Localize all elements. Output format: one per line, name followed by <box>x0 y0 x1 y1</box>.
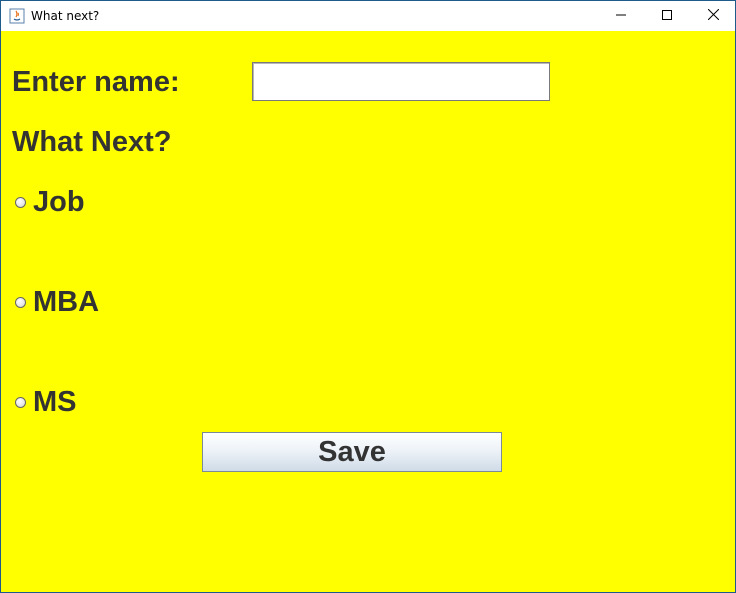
radio-option-ms[interactable]: MS <box>15 388 77 417</box>
radio-button[interactable] <box>15 397 26 408</box>
radio-button[interactable] <box>15 297 26 308</box>
minimize-button[interactable] <box>598 1 644 31</box>
radio-button[interactable] <box>15 197 26 208</box>
form-panel: Enter name: What Next? Job MBA MS Save <box>1 31 735 592</box>
window-title: What next? <box>31 9 100 23</box>
radio-label-ms: MS <box>33 386 77 418</box>
radio-label-job: Job <box>33 186 85 218</box>
radio-option-mba[interactable]: MBA <box>15 288 99 317</box>
close-button[interactable] <box>690 1 736 31</box>
maximize-icon <box>662 7 672 25</box>
title-bar[interactable]: What next? <box>1 1 735 31</box>
maximize-button[interactable] <box>644 1 690 31</box>
question-label: What Next? <box>12 126 172 158</box>
name-label: Enter name: <box>12 66 180 98</box>
radio-label-mba: MBA <box>33 286 100 318</box>
app-window: What next? Enter name: What Next? Job MB… <box>0 0 736 593</box>
save-button[interactable]: Save <box>202 432 502 472</box>
name-input[interactable] <box>252 62 550 101</box>
java-app-icon <box>9 8 25 24</box>
radio-option-job[interactable]: Job <box>15 188 85 217</box>
minimize-icon <box>616 7 626 25</box>
close-icon <box>707 7 719 25</box>
